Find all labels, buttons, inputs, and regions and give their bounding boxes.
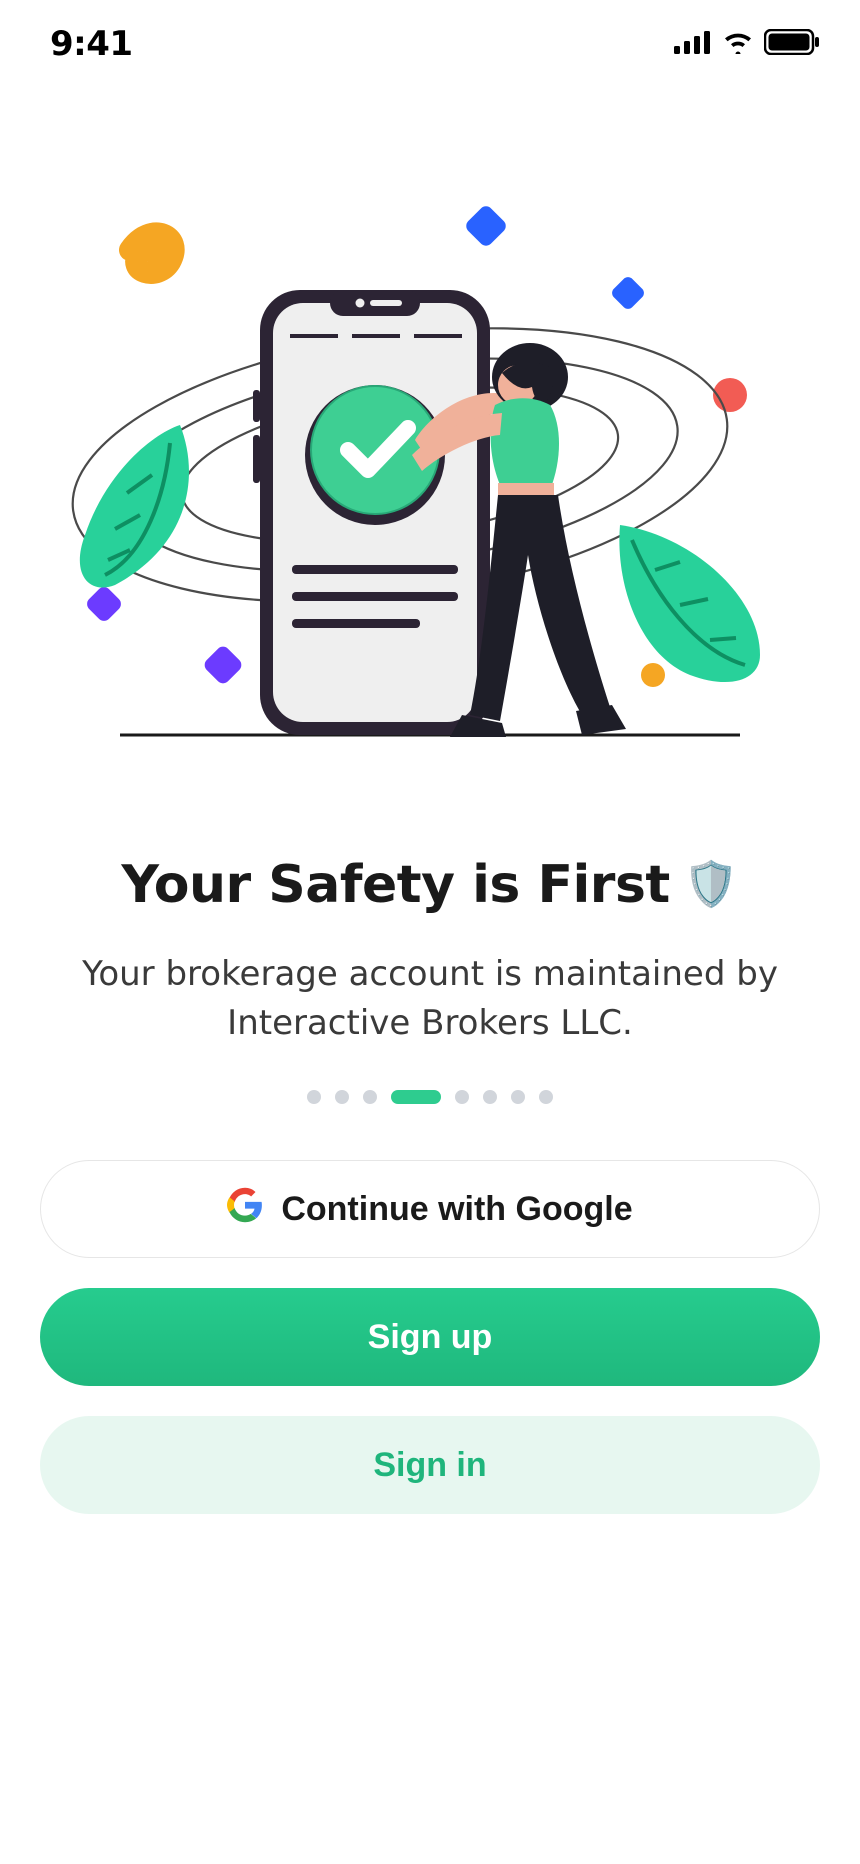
sign-up-label: Sign up [368,1318,493,1357]
battery-icon [764,29,820,59]
headline: Your Safety is First 🛡️ [0,855,860,915]
page-dot[interactable] [363,1090,377,1104]
google-button-label: Continue with Google [281,1190,632,1229]
subtitle-text: Your brokerage account is maintained by … [60,950,800,1049]
status-bar: 9:41 [0,0,860,88]
onboarding-illustration [0,195,860,745]
page-indicator [0,1090,860,1104]
sign-in-button[interactable]: Sign in [40,1416,820,1514]
wifi-icon [722,30,754,58]
sign-in-label: Sign in [373,1446,486,1485]
page-dot-active[interactable] [391,1090,441,1104]
cellular-icon [674,30,712,58]
continue-with-google-button[interactable]: Continue with Google [40,1160,820,1258]
google-logo-icon [227,1187,263,1232]
page-dot[interactable] [455,1090,469,1104]
page-dot[interactable] [539,1090,553,1104]
status-indicators [674,29,820,59]
page-dot[interactable] [307,1090,321,1104]
sign-up-button[interactable]: Sign up [40,1288,820,1386]
page-dot[interactable] [483,1090,497,1104]
auth-buttons: Continue with Google Sign up Sign in [40,1160,820,1514]
page-dot[interactable] [511,1090,525,1104]
page-dot[interactable] [335,1090,349,1104]
headline-text: Your Safety is First [121,855,669,915]
status-time: 9:41 [50,24,133,64]
shield-icon: 🛡️ [684,863,739,907]
